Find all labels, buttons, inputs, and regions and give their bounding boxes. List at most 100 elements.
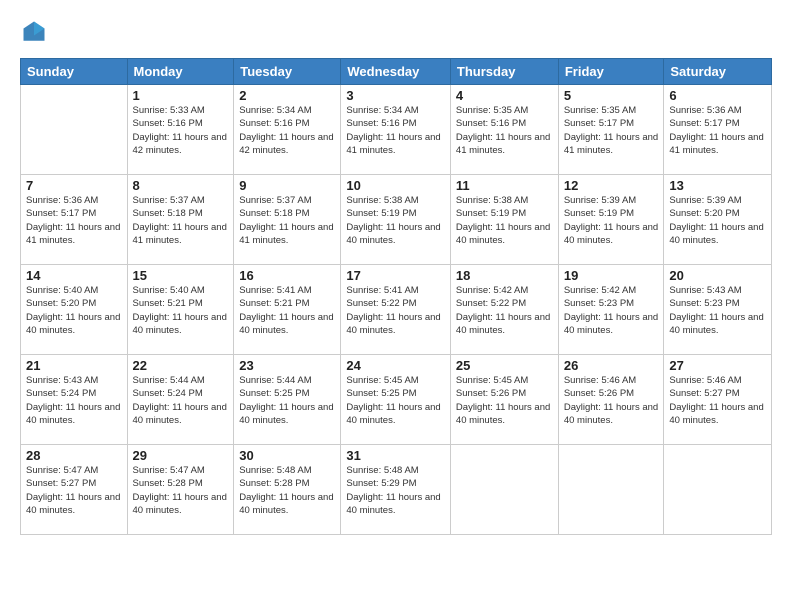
- day-info: Sunrise: 5:36 AMSunset: 5:17 PMDaylight:…: [26, 194, 122, 247]
- calendar-cell: 25Sunrise: 5:45 AMSunset: 5:26 PMDayligh…: [450, 355, 558, 445]
- calendar-cell: [21, 85, 128, 175]
- day-number: 1: [133, 88, 229, 103]
- day-info: Sunrise: 5:39 AMSunset: 5:20 PMDaylight:…: [669, 194, 766, 247]
- calendar-header-sunday: Sunday: [21, 59, 128, 85]
- day-info: Sunrise: 5:45 AMSunset: 5:25 PMDaylight:…: [346, 374, 445, 427]
- calendar-header-monday: Monday: [127, 59, 234, 85]
- day-info: Sunrise: 5:39 AMSunset: 5:19 PMDaylight:…: [564, 194, 659, 247]
- calendar-week-5: 28Sunrise: 5:47 AMSunset: 5:27 PMDayligh…: [21, 445, 772, 535]
- calendar-cell: 9Sunrise: 5:37 AMSunset: 5:18 PMDaylight…: [234, 175, 341, 265]
- calendar-cell: 22Sunrise: 5:44 AMSunset: 5:24 PMDayligh…: [127, 355, 234, 445]
- calendar-cell: 5Sunrise: 5:35 AMSunset: 5:17 PMDaylight…: [558, 85, 664, 175]
- day-info: Sunrise: 5:42 AMSunset: 5:23 PMDaylight:…: [564, 284, 659, 337]
- day-number: 19: [564, 268, 659, 283]
- header: [20, 18, 772, 46]
- calendar-cell: 11Sunrise: 5:38 AMSunset: 5:19 PMDayligh…: [450, 175, 558, 265]
- calendar-header-friday: Friday: [558, 59, 664, 85]
- calendar-cell: 13Sunrise: 5:39 AMSunset: 5:20 PMDayligh…: [664, 175, 772, 265]
- calendar-cell: 20Sunrise: 5:43 AMSunset: 5:23 PMDayligh…: [664, 265, 772, 355]
- day-info: Sunrise: 5:47 AMSunset: 5:28 PMDaylight:…: [133, 464, 229, 517]
- day-number: 31: [346, 448, 445, 463]
- calendar-cell: 7Sunrise: 5:36 AMSunset: 5:17 PMDaylight…: [21, 175, 128, 265]
- day-info: Sunrise: 5:36 AMSunset: 5:17 PMDaylight:…: [669, 104, 766, 157]
- day-number: 25: [456, 358, 553, 373]
- calendar-header-row: SundayMondayTuesdayWednesdayThursdayFrid…: [21, 59, 772, 85]
- day-info: Sunrise: 5:43 AMSunset: 5:23 PMDaylight:…: [669, 284, 766, 337]
- day-number: 8: [133, 178, 229, 193]
- calendar-week-4: 21Sunrise: 5:43 AMSunset: 5:24 PMDayligh…: [21, 355, 772, 445]
- calendar-cell: 29Sunrise: 5:47 AMSunset: 5:28 PMDayligh…: [127, 445, 234, 535]
- logo: [20, 18, 52, 46]
- day-info: Sunrise: 5:34 AMSunset: 5:16 PMDaylight:…: [239, 104, 335, 157]
- calendar-week-3: 14Sunrise: 5:40 AMSunset: 5:20 PMDayligh…: [21, 265, 772, 355]
- day-number: 13: [669, 178, 766, 193]
- calendar-cell: 3Sunrise: 5:34 AMSunset: 5:16 PMDaylight…: [341, 85, 451, 175]
- day-info: Sunrise: 5:42 AMSunset: 5:22 PMDaylight:…: [456, 284, 553, 337]
- calendar-cell: [558, 445, 664, 535]
- calendar-cell: 26Sunrise: 5:46 AMSunset: 5:26 PMDayligh…: [558, 355, 664, 445]
- day-info: Sunrise: 5:40 AMSunset: 5:20 PMDaylight:…: [26, 284, 122, 337]
- day-number: 2: [239, 88, 335, 103]
- calendar-header-saturday: Saturday: [664, 59, 772, 85]
- day-number: 5: [564, 88, 659, 103]
- calendar-cell: 19Sunrise: 5:42 AMSunset: 5:23 PMDayligh…: [558, 265, 664, 355]
- day-info: Sunrise: 5:48 AMSunset: 5:29 PMDaylight:…: [346, 464, 445, 517]
- day-number: 7: [26, 178, 122, 193]
- day-info: Sunrise: 5:43 AMSunset: 5:24 PMDaylight:…: [26, 374, 122, 427]
- day-number: 3: [346, 88, 445, 103]
- day-number: 15: [133, 268, 229, 283]
- day-info: Sunrise: 5:37 AMSunset: 5:18 PMDaylight:…: [133, 194, 229, 247]
- day-info: Sunrise: 5:38 AMSunset: 5:19 PMDaylight:…: [346, 194, 445, 247]
- day-number: 4: [456, 88, 553, 103]
- day-info: Sunrise: 5:34 AMSunset: 5:16 PMDaylight:…: [346, 104, 445, 157]
- day-info: Sunrise: 5:41 AMSunset: 5:22 PMDaylight:…: [346, 284, 445, 337]
- calendar-header-wednesday: Wednesday: [341, 59, 451, 85]
- calendar-cell: 31Sunrise: 5:48 AMSunset: 5:29 PMDayligh…: [341, 445, 451, 535]
- logo-icon: [20, 18, 48, 46]
- day-number: 22: [133, 358, 229, 373]
- calendar-cell: [664, 445, 772, 535]
- day-info: Sunrise: 5:35 AMSunset: 5:16 PMDaylight:…: [456, 104, 553, 157]
- calendar-cell: 4Sunrise: 5:35 AMSunset: 5:16 PMDaylight…: [450, 85, 558, 175]
- calendar-cell: 8Sunrise: 5:37 AMSunset: 5:18 PMDaylight…: [127, 175, 234, 265]
- day-number: 23: [239, 358, 335, 373]
- day-info: Sunrise: 5:37 AMSunset: 5:18 PMDaylight:…: [239, 194, 335, 247]
- day-info: Sunrise: 5:47 AMSunset: 5:27 PMDaylight:…: [26, 464, 122, 517]
- day-number: 26: [564, 358, 659, 373]
- day-number: 27: [669, 358, 766, 373]
- calendar-table: SundayMondayTuesdayWednesdayThursdayFrid…: [20, 58, 772, 535]
- calendar-cell: 21Sunrise: 5:43 AMSunset: 5:24 PMDayligh…: [21, 355, 128, 445]
- calendar-header-tuesday: Tuesday: [234, 59, 341, 85]
- day-info: Sunrise: 5:46 AMSunset: 5:26 PMDaylight:…: [564, 374, 659, 427]
- day-number: 24: [346, 358, 445, 373]
- day-info: Sunrise: 5:40 AMSunset: 5:21 PMDaylight:…: [133, 284, 229, 337]
- day-number: 10: [346, 178, 445, 193]
- calendar-week-2: 7Sunrise: 5:36 AMSunset: 5:17 PMDaylight…: [21, 175, 772, 265]
- day-number: 6: [669, 88, 766, 103]
- calendar-cell: 15Sunrise: 5:40 AMSunset: 5:21 PMDayligh…: [127, 265, 234, 355]
- calendar-cell: 14Sunrise: 5:40 AMSunset: 5:20 PMDayligh…: [21, 265, 128, 355]
- day-number: 18: [456, 268, 553, 283]
- calendar-cell: 12Sunrise: 5:39 AMSunset: 5:19 PMDayligh…: [558, 175, 664, 265]
- day-info: Sunrise: 5:33 AMSunset: 5:16 PMDaylight:…: [133, 104, 229, 157]
- page: SundayMondayTuesdayWednesdayThursdayFrid…: [0, 0, 792, 612]
- day-number: 12: [564, 178, 659, 193]
- day-info: Sunrise: 5:44 AMSunset: 5:24 PMDaylight:…: [133, 374, 229, 427]
- calendar-cell: 27Sunrise: 5:46 AMSunset: 5:27 PMDayligh…: [664, 355, 772, 445]
- calendar-cell: 10Sunrise: 5:38 AMSunset: 5:19 PMDayligh…: [341, 175, 451, 265]
- calendar-cell: 30Sunrise: 5:48 AMSunset: 5:28 PMDayligh…: [234, 445, 341, 535]
- day-number: 9: [239, 178, 335, 193]
- day-info: Sunrise: 5:45 AMSunset: 5:26 PMDaylight:…: [456, 374, 553, 427]
- day-number: 20: [669, 268, 766, 283]
- day-number: 17: [346, 268, 445, 283]
- calendar-cell: 6Sunrise: 5:36 AMSunset: 5:17 PMDaylight…: [664, 85, 772, 175]
- day-number: 28: [26, 448, 122, 463]
- calendar-cell: 24Sunrise: 5:45 AMSunset: 5:25 PMDayligh…: [341, 355, 451, 445]
- day-number: 11: [456, 178, 553, 193]
- day-number: 16: [239, 268, 335, 283]
- day-number: 30: [239, 448, 335, 463]
- day-number: 21: [26, 358, 122, 373]
- calendar-week-1: 1Sunrise: 5:33 AMSunset: 5:16 PMDaylight…: [21, 85, 772, 175]
- day-info: Sunrise: 5:46 AMSunset: 5:27 PMDaylight:…: [669, 374, 766, 427]
- calendar-cell: 23Sunrise: 5:44 AMSunset: 5:25 PMDayligh…: [234, 355, 341, 445]
